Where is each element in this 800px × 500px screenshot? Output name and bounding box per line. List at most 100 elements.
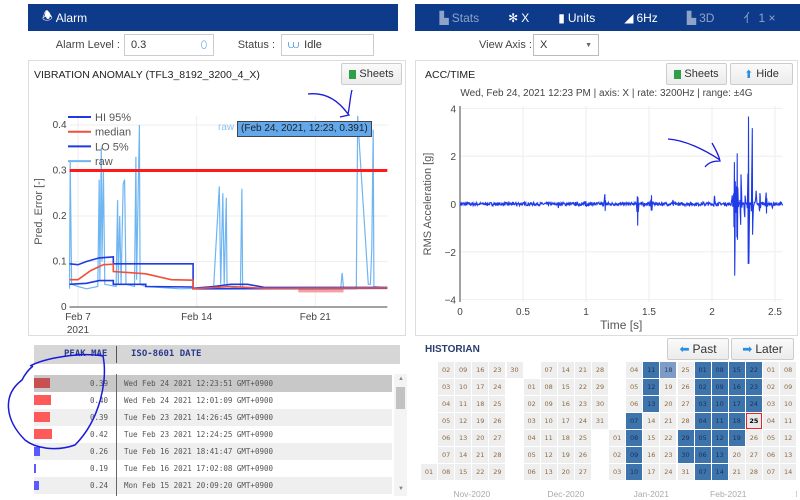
calendar-day[interactable]: 25 <box>677 362 694 378</box>
calendar-day[interactable]: 24 <box>660 464 677 480</box>
calendar-day[interactable]: 01 <box>763 362 779 378</box>
calendar-day[interactable]: 28 <box>745 464 762 480</box>
calendar-day[interactable]: 06 <box>694 447 711 463</box>
calendar-day[interactable]: 01 <box>694 362 711 378</box>
calendar-day[interactable]: 14 <box>780 464 797 480</box>
calendar-day[interactable]: 17 <box>728 396 745 412</box>
calendar-day[interactable]: 27 <box>489 430 506 446</box>
calendar-day[interactable]: 09 <box>455 362 472 378</box>
calendar-day[interactable]: 19 <box>728 430 745 446</box>
calendar-day[interactable]: 05 <box>694 430 711 446</box>
calendar-day[interactable]: 17 <box>643 464 660 480</box>
calendar-day[interactable]: 01 <box>421 464 437 480</box>
header-date[interactable]: ISO-8601 DATE <box>131 349 201 359</box>
calendar-day[interactable]: 04 <box>523 430 540 446</box>
alarm-tab[interactable]: 🕭 Alarm <box>42 7 87 28</box>
table-row[interactable]: 0.24 Mon Feb 15 2021 20:09:20 GMT+0900 <box>34 477 392 494</box>
calendar-day[interactable]: 09 <box>626 447 643 463</box>
calendar-day[interactable]: 23 <box>574 396 591 412</box>
calendar-day[interactable]: 16 <box>643 447 660 463</box>
calendar-day[interactable]: 07 <box>540 362 557 378</box>
acc-sheets-button[interactable]: Sheets <box>666 63 727 85</box>
calendar-day[interactable]: 08 <box>540 379 557 395</box>
header-peak-mae[interactable]: PEAK MAE <box>64 349 107 359</box>
calendar-day[interactable]: 21 <box>728 464 745 480</box>
calendar-day[interactable]: 20 <box>728 447 745 463</box>
calendar-day[interactable]: 23 <box>745 379 762 395</box>
calendar-day[interactable]: 01 <box>609 430 626 446</box>
calendar-day[interactable]: 28 <box>677 413 694 429</box>
calendar-day[interactable]: 07 <box>438 447 455 463</box>
calendar-day[interactable]: 15 <box>643 430 660 446</box>
calendar-day[interactable]: 06 <box>523 464 540 480</box>
calendar-day[interactable]: 25 <box>574 430 591 446</box>
calendar-day[interactable]: 21 <box>660 413 677 429</box>
calendar-day[interactable]: 10 <box>780 396 797 412</box>
calendar-day[interactable]: 14 <box>455 447 472 463</box>
calendar-day[interactable]: 13 <box>643 396 660 412</box>
calendar-day[interactable]: 29 <box>489 464 506 480</box>
axis-button[interactable]: ✻ X <box>508 11 529 25</box>
units-button[interactable]: ▮ Units <box>558 11 595 25</box>
calendar-day[interactable]: 17 <box>557 413 574 429</box>
calendar-day[interactable]: 02 <box>438 362 455 378</box>
3d-button[interactable]: ▙ 3D <box>687 11 715 25</box>
calendar-day[interactable]: 27 <box>677 396 694 412</box>
calendar-day[interactable]: 11 <box>780 413 797 429</box>
calendar-day[interactable]: 13 <box>780 447 797 463</box>
calendar-day[interactable]: 02 <box>763 379 779 395</box>
calendar-day[interactable]: 18 <box>728 413 745 429</box>
calendar-day[interactable]: 24 <box>489 379 506 395</box>
scroll-down-icon[interactable]: ▼ <box>398 486 404 492</box>
calendar-day[interactable]: 18 <box>472 396 489 412</box>
calendar-day[interactable]: 15 <box>455 464 472 480</box>
calendar-day[interactable]: 03 <box>609 464 626 480</box>
spinner-icon[interactable]: ⬯ <box>201 40 207 51</box>
past-button[interactable]: ⬅ Past <box>667 338 729 360</box>
calendar-day[interactable]: 29 <box>592 379 608 395</box>
calendar-day[interactable]: 30 <box>506 362 523 378</box>
filter-button[interactable]: ◢ 6Hz <box>624 11 658 25</box>
calendar-day[interactable]: 05 <box>763 430 779 446</box>
calendar-day[interactable]: 11 <box>643 362 660 378</box>
calendar-day[interactable]: 08 <box>626 430 643 446</box>
stats-button[interactable]: ▙ Stats <box>440 11 480 25</box>
calendar-day[interactable]: 15 <box>557 379 574 395</box>
calendar-day[interactable]: 12 <box>711 430 728 446</box>
calendar-day[interactable]: 19 <box>557 447 574 463</box>
calendar-day[interactable]: 16 <box>728 379 745 395</box>
calendar-day[interactable]: 10 <box>455 379 472 395</box>
calendar-day[interactable]: 22 <box>574 379 591 395</box>
calendar-day[interactable]: 10 <box>626 464 643 480</box>
calendar-day[interactable]: 07 <box>763 464 779 480</box>
calendar-day[interactable]: 06 <box>763 447 779 463</box>
calendar-day[interactable]: 20 <box>557 464 574 480</box>
calendar-day[interactable]: 16 <box>557 396 574 412</box>
calendar-day[interactable]: 08 <box>780 362 797 378</box>
calendar-day[interactable]: 12 <box>540 447 557 463</box>
calendar-day[interactable]: 09 <box>540 396 557 412</box>
calendar-day[interactable]: 04 <box>626 362 643 378</box>
calendar-day[interactable]: 09 <box>780 379 797 395</box>
calendar-day[interactable]: 27 <box>745 447 762 463</box>
calendar-day[interactable]: 02 <box>609 447 626 463</box>
table-row[interactable]: 0.42 Tue Feb 23 2021 12:24:25 GMT+0900 <box>34 426 392 443</box>
alarm-level-input[interactable]: 0.3 ⬯ <box>124 34 214 56</box>
calendar-day[interactable]: 26 <box>745 430 762 446</box>
calendar-day[interactable]: 04 <box>763 413 779 429</box>
calendar-day[interactable]: 23 <box>489 362 506 378</box>
table-row[interactable]: 0.39 Wed Feb 24 2021 12:23:51 GMT+0900 <box>34 375 392 392</box>
table-row[interactable]: 0.39 Tue Feb 23 2021 14:26:45 GMT+0900 <box>34 409 392 426</box>
calendar-day[interactable]: 13 <box>711 447 728 463</box>
calendar-day[interactable]: 11 <box>455 396 472 412</box>
calendar-day[interactable]: 14 <box>557 362 574 378</box>
calendar-day[interactable]: 19 <box>660 379 677 395</box>
calendar-day[interactable]: 26 <box>677 379 694 395</box>
calendar-day[interactable]: 22 <box>472 464 489 480</box>
table-row[interactable]: 0.40 Wed Feb 24 2021 12:01:09 GMT+0900 <box>34 392 392 409</box>
calendar-day[interactable]: 05 <box>626 379 643 395</box>
anomaly-sheets-button[interactable]: Sheets <box>341 63 402 85</box>
scroll-thumb[interactable] <box>396 387 405 409</box>
calendar-day[interactable]: 03 <box>694 396 711 412</box>
calendar-day[interactable]: 05 <box>438 413 455 429</box>
